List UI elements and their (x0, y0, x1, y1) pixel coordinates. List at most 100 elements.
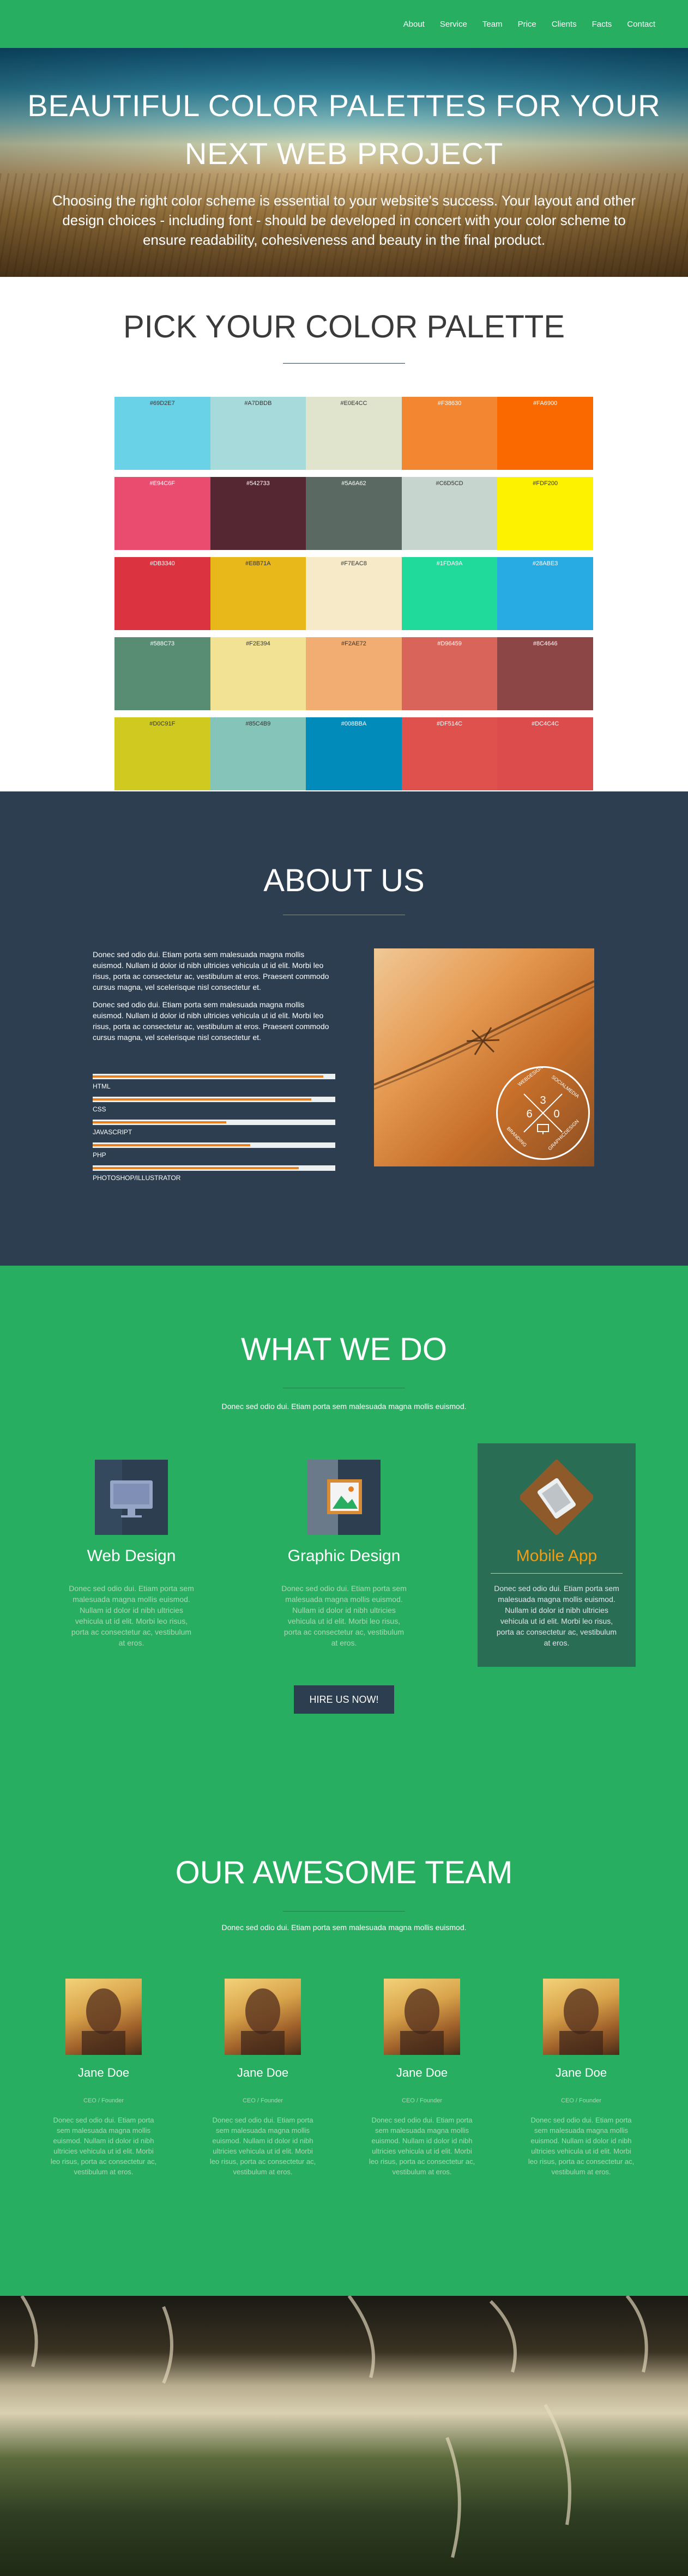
color-swatch[interactable]: #DB3340 (114, 557, 210, 630)
color-swatch[interactable]: #FDF200 (497, 477, 593, 550)
color-swatch[interactable]: #5A6A62 (306, 477, 402, 550)
color-swatch[interactable]: #588C73 (114, 637, 210, 710)
avatar (225, 1979, 301, 2055)
skill-label: PHP (93, 1151, 106, 1159)
color-swatch[interactable]: #1FDA9A (401, 557, 498, 630)
member-name: Jane Doe (555, 2066, 607, 2079)
color-hex-label: #F38630 (437, 400, 462, 407)
badge-digit-top: 3 (540, 1095, 546, 1106)
color-hex-label: #DF514C (437, 721, 463, 727)
color-swatch[interactable]: #8C4646 (497, 637, 593, 710)
about-paragraph-2: Donec sed odio dui. Etiam porta sem male… (93, 1000, 329, 1042)
palette-row: #69D2E7 #A7DBDB #E0E4CC #F38630 #FA6900 (114, 397, 593, 470)
skill-bar-fill (93, 1075, 323, 1078)
color-hex-label: #A7DBDB (244, 400, 272, 407)
nav-item-team[interactable]: Team (482, 20, 503, 29)
agency-badge: 3 6 0 WEBDESIGN SOCIALMEDIA BRANDING GRA… (496, 1066, 590, 1160)
nav-item-facts[interactable]: Facts (592, 20, 612, 29)
member-role: CEO / Founder (243, 2097, 283, 2104)
color-hex-label: #8C4646 (533, 640, 558, 647)
color-swatch[interactable]: #C6D5CD (401, 477, 498, 550)
badge-label-bottom-left: BRANDING (506, 1126, 528, 1148)
skill-bar-fill (93, 1098, 311, 1100)
color-swatch[interactable]: #E0E4CC (306, 397, 402, 470)
color-hex-label: #28ABE3 (532, 560, 558, 567)
avatar (384, 1979, 460, 2055)
skill-html: HTML (93, 1074, 335, 1090)
about-paragraph-1: Donec sed odio dui. Etiam porta sem male… (93, 950, 329, 991)
palette-title-rule (283, 363, 405, 364)
color-hex-label: #588C73 (150, 640, 175, 647)
about-title: ABOUT US (263, 863, 425, 898)
member-name: Jane Doe (77, 2066, 130, 2079)
member-bio: Donec sed odio dui. Etiam porta sem male… (209, 2116, 316, 2176)
top-navbar: About Service Team Price Clients Facts C… (0, 0, 688, 48)
color-swatch[interactable]: #85C4B9 (210, 717, 306, 790)
color-hex-label: #1FDA9A (436, 560, 463, 567)
about-section: ABOUT US Donec sed odio dui. Etiam porta… (0, 791, 688, 1266)
color-swatch[interactable]: #DC4C4C (497, 717, 593, 790)
color-swatch[interactable]: #D0C91F (114, 717, 210, 790)
color-swatch[interactable]: #008BBA (306, 717, 402, 790)
badge-monitor-icon (537, 1124, 549, 1132)
team-title-rule (283, 1911, 405, 1912)
service-title: Mobile App (516, 1547, 598, 1565)
color-hex-label: #C6D5CD (436, 480, 463, 487)
services-section: WHAT WE DO Donec sed odio dui. Etiam por… (0, 1266, 688, 2296)
color-swatch[interactable]: #28ABE3 (497, 557, 593, 630)
color-hex-label: #85C4B9 (245, 721, 271, 727)
color-swatch[interactable]: #DF514C (401, 717, 498, 790)
service-divider (491, 1573, 623, 1574)
color-swatch[interactable]: #F2E394 (210, 637, 306, 710)
skill-label: JAVASCRIPT (93, 1128, 132, 1136)
nav-item-about[interactable]: About (403, 20, 425, 29)
member-role: CEO / Founder (83, 2097, 124, 2104)
color-hex-label: #E0E4CC (340, 400, 367, 407)
color-swatch[interactable]: #F7EAC8 (306, 557, 402, 630)
hero-text: Choosing the right color scheme is essen… (52, 192, 636, 248)
skills-list: HTML CSS JAVASCRIPT PHP PHOTOSHOP/ILLUST… (93, 1074, 335, 1188)
service-card-graphic-design[interactable]: Graphic Design Donec sed odio dui. Etiam… (265, 1443, 423, 1667)
monitor-icon (95, 1460, 168, 1535)
color-swatch[interactable]: #E8B71A (210, 557, 306, 630)
skill-label: CSS (93, 1105, 106, 1113)
badge-digit-left: 6 (526, 1108, 532, 1120)
service-card-mobile-app[interactable]: Mobile App Donec sed odio dui. Etiam por… (478, 1443, 636, 1667)
palette-row: #588C73 #F2E394 #F2AE72 #D96459 #8C4646 (114, 637, 593, 710)
skill-photoshop: PHOTOSHOP/ILLUSTRATOR (93, 1165, 335, 1182)
palette-row: #D0C91F #85C4B9 #008BBA #DF514C #DC4C4C (114, 717, 593, 790)
avatar (543, 1979, 619, 2055)
color-swatch[interactable]: #D96459 (401, 637, 498, 710)
color-swatch[interactable]: #A7DBDB (210, 397, 306, 470)
color-swatch[interactable]: #FA6900 (497, 397, 593, 470)
nav-item-price[interactable]: Price (518, 20, 536, 29)
color-hex-label: #542733 (246, 480, 270, 487)
skill-bar-fill (93, 1167, 299, 1169)
skill-label: HTML (93, 1083, 111, 1090)
nav-item-contact[interactable]: Contact (627, 20, 655, 29)
services-tagline: Donec sed odio dui. Etiam porta sem male… (221, 1402, 467, 1411)
color-hex-label: #DC4C4C (532, 721, 559, 727)
color-swatch[interactable]: #542733 (210, 477, 306, 550)
skill-bar-fill (93, 1144, 251, 1146)
service-text: Donec sed odio dui. Etiam porta sem male… (281, 1584, 407, 1647)
barbed-wire-photo: 3 6 0 WEBDESIGN SOCIALMEDIA BRANDING GRA… (374, 948, 594, 1166)
wheat-footer-photo (0, 2296, 688, 2576)
color-swatch[interactable]: #E94C6F (114, 477, 210, 550)
color-swatch[interactable]: #69D2E7 (114, 397, 210, 470)
hire-us-button[interactable]: HIRE US NOW! (294, 1685, 394, 1714)
color-swatch[interactable]: #F38630 (401, 397, 498, 470)
color-swatch[interactable]: #F2AE72 (306, 637, 402, 710)
badge-label-top-right: SOCIALMEDIA (551, 1074, 581, 1099)
skill-bar (93, 1165, 335, 1171)
nav-item-clients[interactable]: Clients (552, 20, 577, 29)
skill-css: CSS (93, 1097, 335, 1113)
color-hex-label: #E94C6F (149, 480, 176, 487)
tablet-icon (518, 1459, 595, 1536)
hero-section: BEAUTIFUL COLOR PALETTES FOR YOUR NEXT W… (0, 48, 688, 277)
service-card-web-design[interactable]: Web Design Donec sed odio dui. Etiam por… (52, 1443, 210, 1667)
member-role: CEO / Founder (402, 2097, 442, 2104)
nav-item-service[interactable]: Service (440, 20, 467, 29)
skill-php: PHP (93, 1142, 335, 1159)
picture-icon (307, 1460, 381, 1535)
